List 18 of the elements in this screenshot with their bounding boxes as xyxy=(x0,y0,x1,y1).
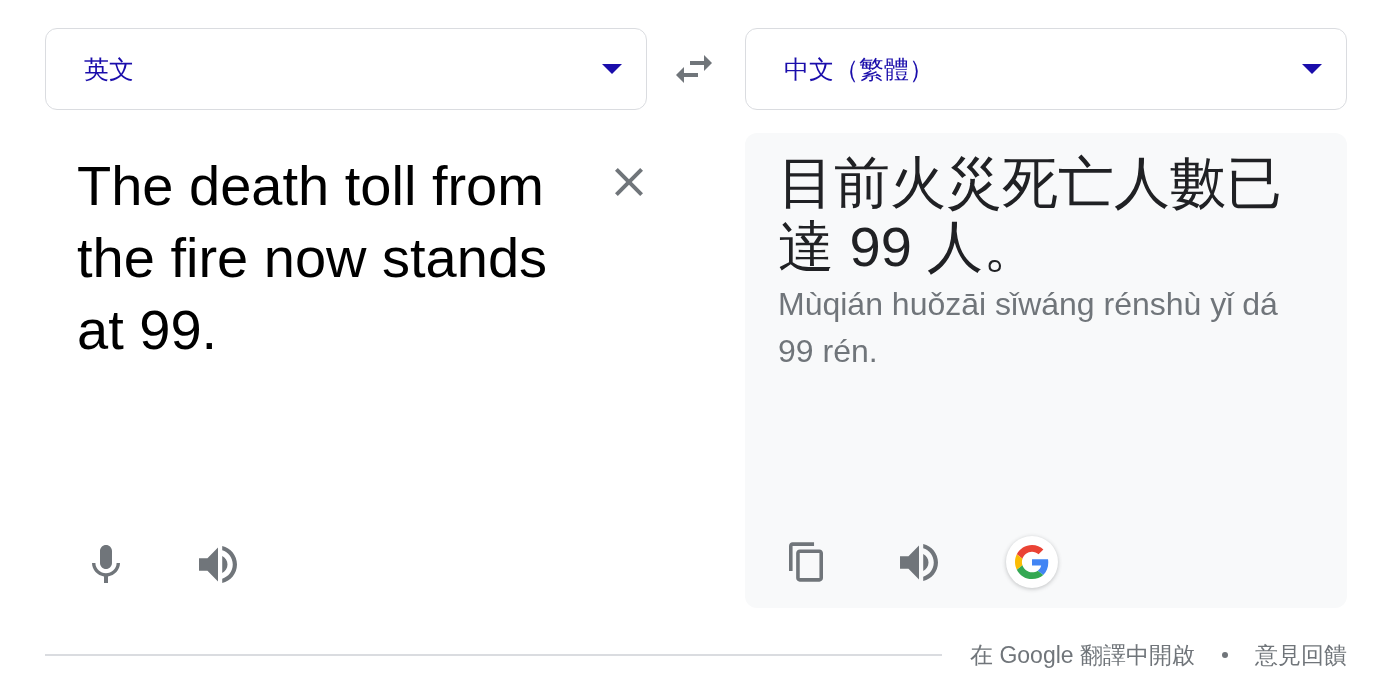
g-logo-icon xyxy=(1015,545,1049,579)
g-logo-button[interactable] xyxy=(1006,536,1058,588)
translation-text: 目前火災死亡人數已達 99 人。 xyxy=(778,151,1283,279)
source-text-field[interactable]: The death toll from the fire now stands at 99. xyxy=(77,150,577,366)
speaker-icon xyxy=(900,543,938,581)
speaker-icon xyxy=(199,545,237,583)
bullet-separator-icon xyxy=(1222,652,1228,658)
source-language-select[interactable]: 英文 xyxy=(45,28,647,110)
swap-arrows-icon xyxy=(676,55,712,83)
romanization-text: Mùqián huǒzāi sǐwáng rénshù yǐ dá 99 rén. xyxy=(778,285,1279,371)
microphone-icon xyxy=(92,545,120,583)
close-icon xyxy=(615,168,643,196)
feedback-link[interactable]: 意見回饋 xyxy=(1255,639,1347,671)
target-language-select[interactable]: 中文（繁體） xyxy=(745,28,1347,110)
dropdown-caret-icon xyxy=(602,64,622,74)
dropdown-caret-icon xyxy=(1302,64,1322,74)
open-in-translate-link[interactable]: 在 Google 翻譯中開啟 xyxy=(970,639,1195,671)
copy-icon xyxy=(789,542,823,582)
